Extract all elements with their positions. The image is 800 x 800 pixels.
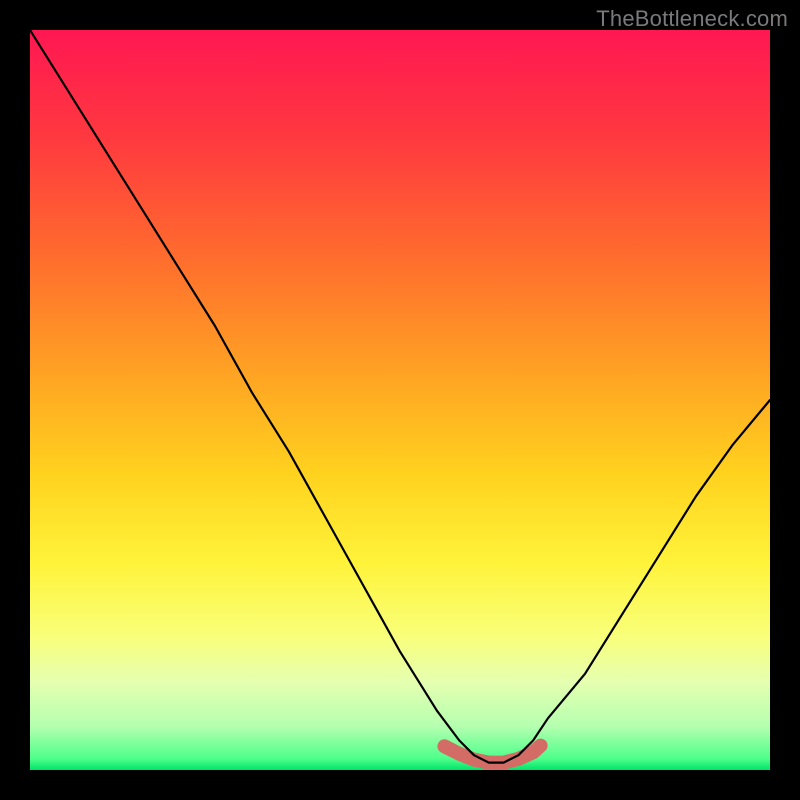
chart-frame: TheBottleneck.com (0, 0, 800, 800)
watermark-text: TheBottleneck.com (596, 6, 788, 32)
heatmap-background (30, 30, 770, 770)
plot-area (30, 30, 770, 770)
